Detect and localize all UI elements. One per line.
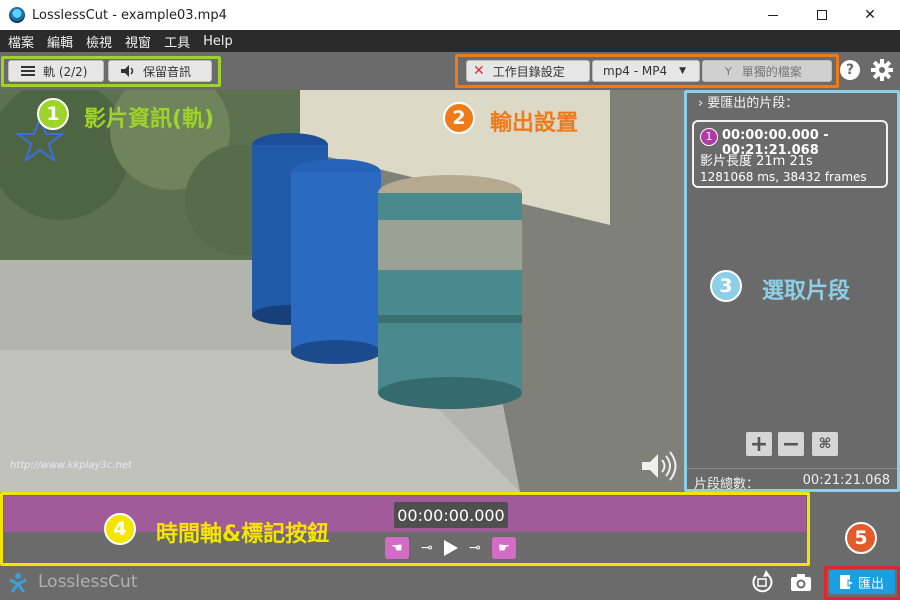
menu-bar: 檔案 編輯 檢視 視窗 工具 Help: [0, 30, 900, 52]
annotation-label-3: 選取片段: [762, 279, 851, 304]
workdir-button[interactable]: ✕ 工作目錄設定: [466, 60, 590, 82]
annotation-label-2: 輸出設置: [490, 111, 579, 136]
menu-help[interactable]: Help: [195, 34, 238, 49]
help-button[interactable]: ?: [840, 60, 860, 80]
annotation-label-1: 影片資訊(軌): [84, 107, 215, 132]
maximize-button[interactable]: [799, 0, 845, 30]
minimize-icon: [768, 14, 778, 16]
app-logo-icon: [9, 573, 27, 593]
close-icon: ✕: [864, 7, 876, 23]
close-button[interactable]: ✕: [847, 0, 893, 30]
rotate-icon[interactable]: [750, 570, 774, 594]
menu-window[interactable]: 視窗: [117, 32, 156, 51]
annotation-label-4: 時間軸&標記按鈕: [156, 522, 330, 547]
tracks-button[interactable]: 軌 (2/2): [8, 60, 104, 82]
minimize-button[interactable]: [750, 0, 796, 30]
annotation-badge-5: 5: [845, 522, 877, 554]
app-window: LosslessCut - example03.mp4 ✕ 檔案 編輯 檢視 視…: [0, 0, 900, 600]
help-icon: ?: [845, 62, 855, 78]
menu-edit[interactable]: 編輯: [39, 32, 78, 51]
title-bar: LosslessCut - example03.mp4 ✕: [0, 0, 900, 30]
merge-icon: Y: [725, 64, 732, 78]
camera-icon[interactable]: [790, 572, 812, 592]
clear-x-icon: ✕: [473, 63, 485, 79]
annotation-badge-2: 2: [443, 102, 475, 134]
video-frame-image: [0, 90, 684, 492]
keep-audio-button[interactable]: 保留音訊: [108, 60, 212, 82]
window-title: LosslessCut - example03.mp4: [32, 7, 227, 23]
annotation-badge-1: 1: [37, 98, 69, 130]
menu-tools[interactable]: 工具: [156, 32, 195, 51]
separate-files-button[interactable]: Y 單獨的檔案: [702, 60, 832, 82]
video-preview[interactable]: http://www.kkplay3c.net: [0, 90, 684, 492]
annotation-badge-3: 3: [710, 270, 742, 302]
format-select[interactable]: mp4 - MP4 ▼: [592, 60, 700, 82]
tracks-label: 軌 (2/2): [43, 64, 88, 79]
top-toolbar: 軌 (2/2) 保留音訊 ✕ 工作目錄設定 mp4 - MP4 ▼ Y 單獨的檔…: [0, 52, 900, 90]
chevron-down-icon: ▼: [679, 66, 687, 76]
separate-files-label: 單獨的檔案: [741, 64, 802, 79]
bottom-bar: LosslessCut 匯出: [0, 566, 900, 600]
brand-label: LosslessCut: [38, 572, 138, 592]
workdir-label: 工作目錄設定: [492, 64, 565, 79]
settings-gear-icon[interactable]: [871, 59, 893, 81]
watermark-text: http://www.kkplay3c.net: [10, 460, 132, 471]
app-icon: [9, 7, 25, 23]
list-icon: [21, 66, 35, 76]
volume-icon: [121, 65, 134, 77]
highlight-export: [824, 566, 900, 600]
menu-file[interactable]: 檔案: [0, 32, 39, 51]
annotation-badge-4: 4: [104, 513, 136, 545]
format-label: mp4 - MP4: [603, 64, 668, 78]
maximize-icon: [817, 10, 827, 20]
keep-audio-label: 保留音訊: [143, 64, 192, 79]
menu-view[interactable]: 檢視: [78, 32, 117, 51]
